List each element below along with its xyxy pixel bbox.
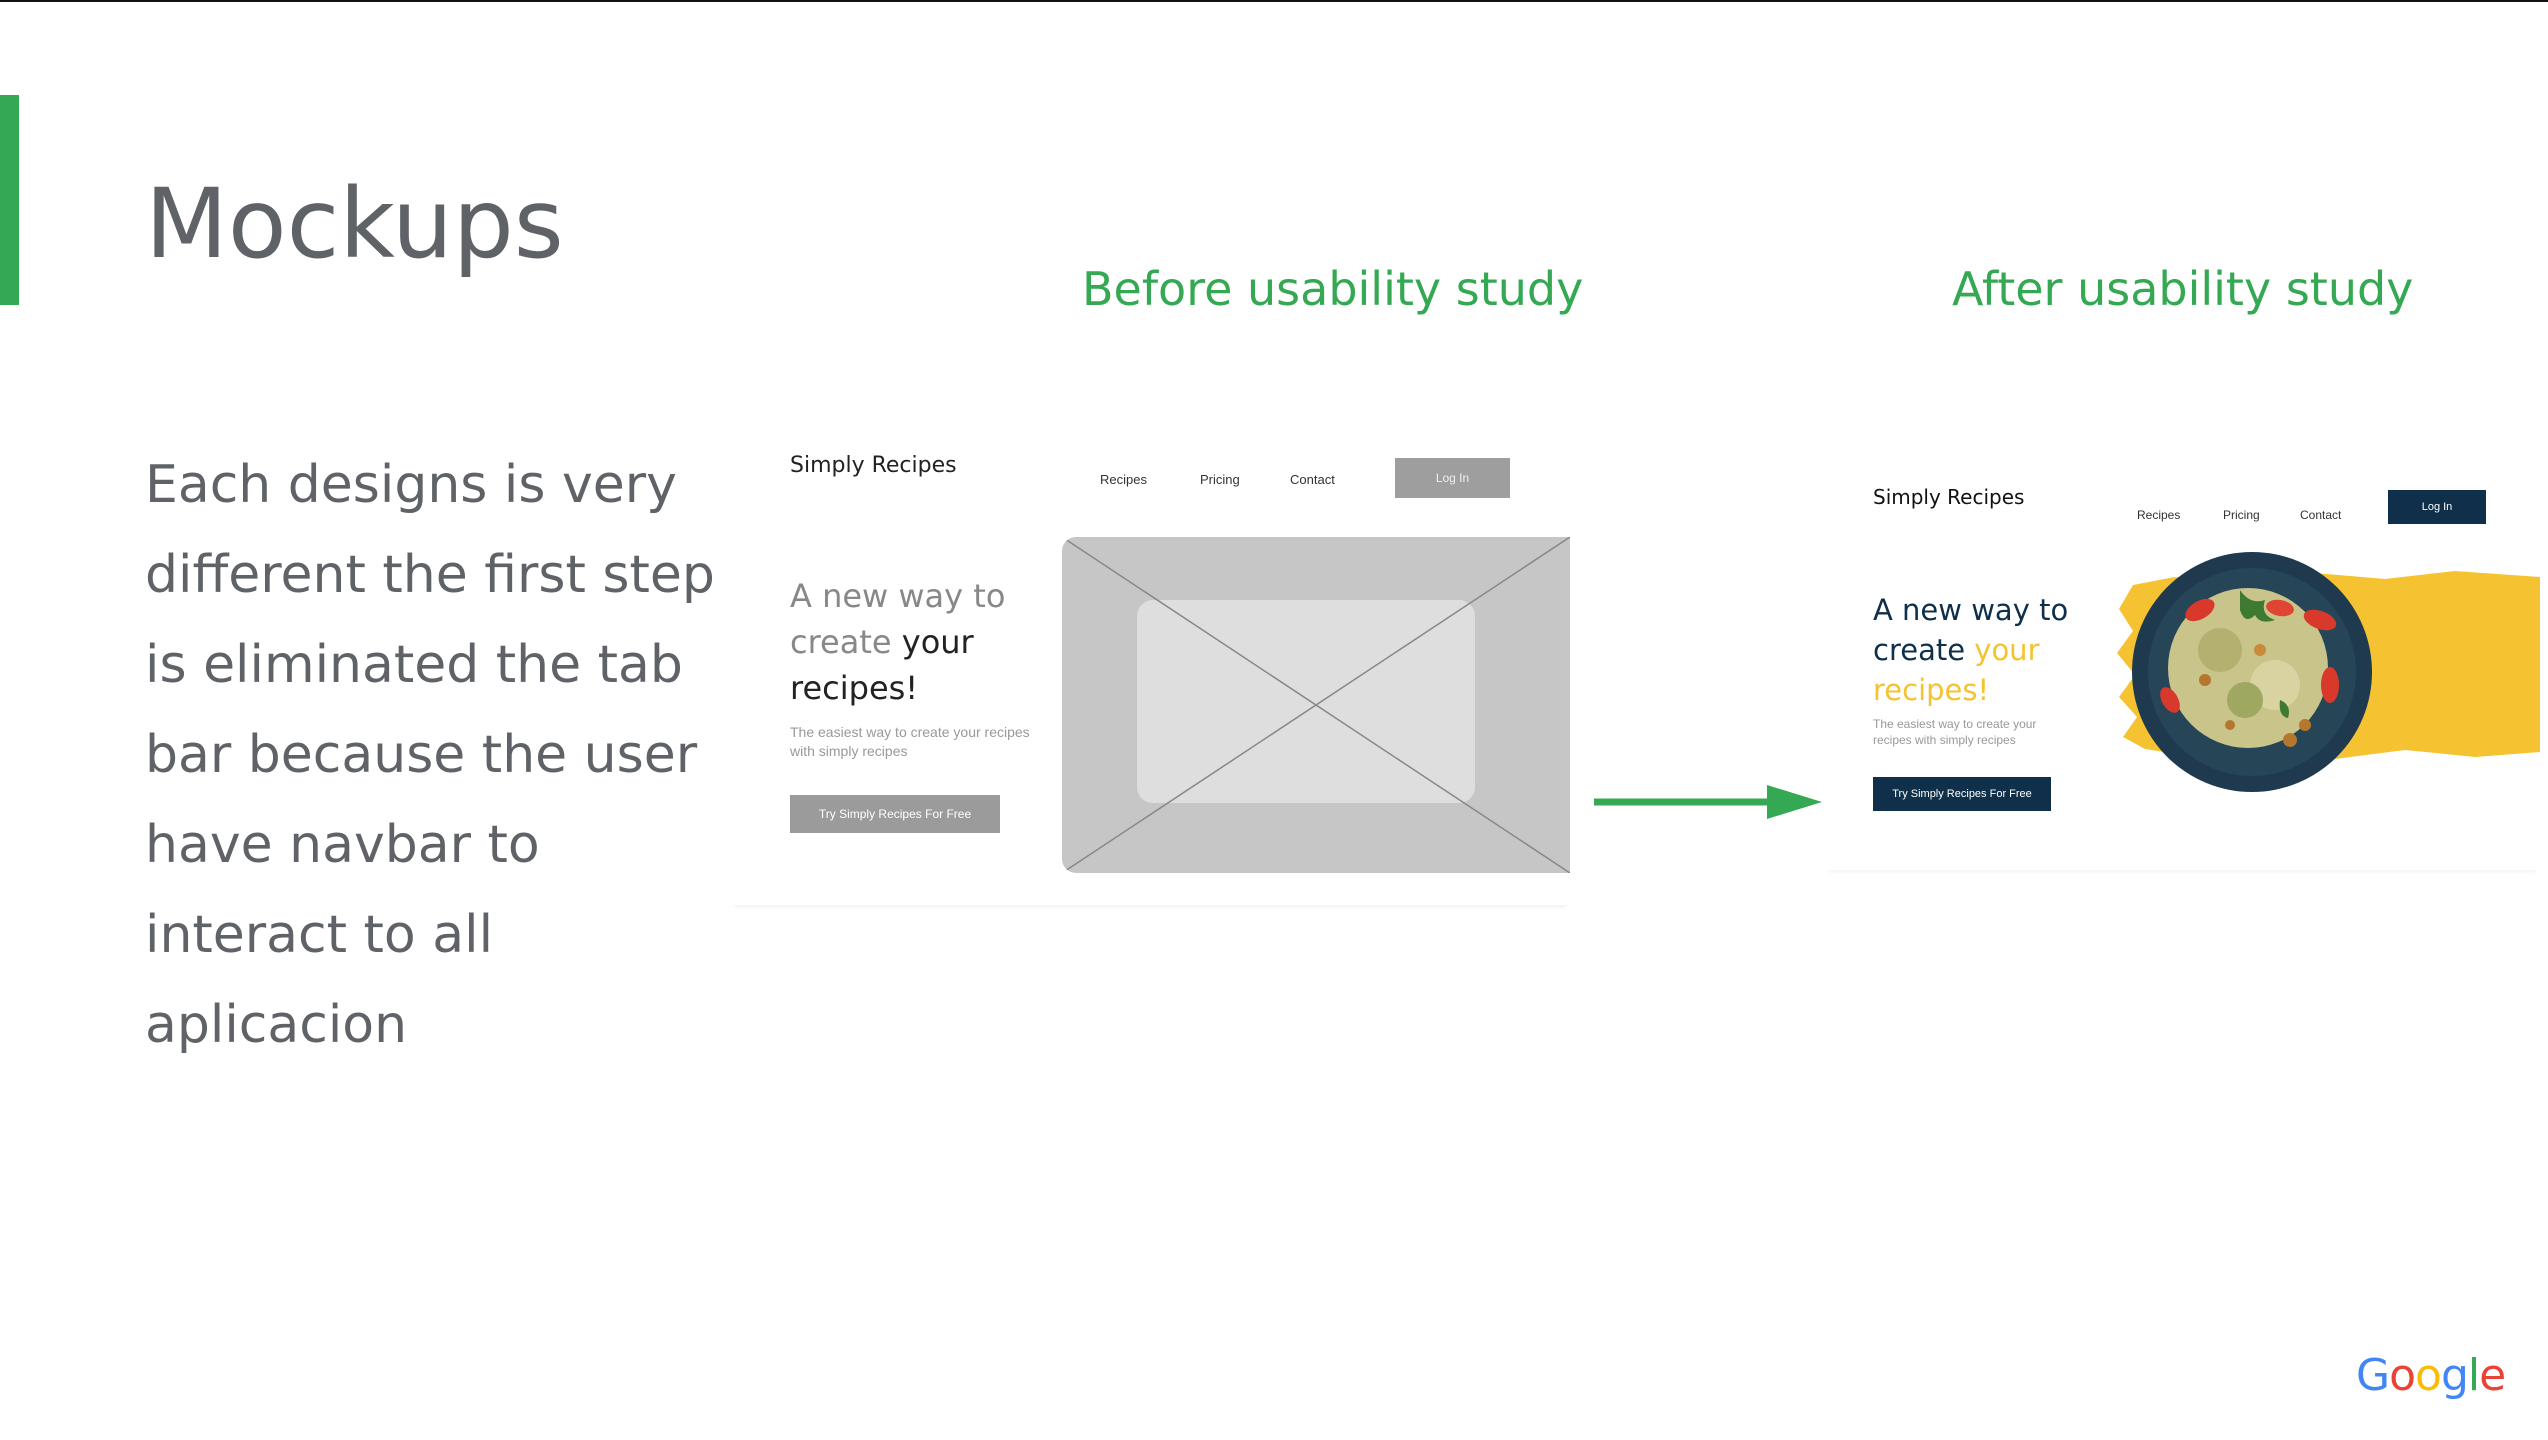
nav-recipes[interactable]: Recipes bbox=[1100, 472, 1147, 487]
top-divider bbox=[0, 0, 2548, 2]
arrow-right-icon bbox=[1594, 785, 1822, 819]
login-button[interactable]: Log In bbox=[1395, 458, 1510, 498]
logo-letter: o bbox=[2415, 1350, 2442, 1401]
hero-subtitle: The easiest way to create your recipes w… bbox=[1873, 717, 2037, 747]
cta-button[interactable]: Try Simply Recipes For Free bbox=[1873, 777, 2051, 811]
slide-title: Mockups bbox=[145, 168, 564, 280]
logo-letter: g bbox=[2440, 1350, 2469, 1401]
salad-plate-icon bbox=[2132, 552, 2372, 792]
placeholder-cross bbox=[1062, 537, 1570, 873]
google-logo: Google bbox=[2356, 1350, 2506, 1401]
image-placeholder-icon bbox=[1062, 537, 1570, 873]
logo-letter: e bbox=[2479, 1350, 2506, 1401]
hero-title: A new way to create your recipes! bbox=[1873, 590, 2103, 710]
nav-pricing[interactable]: Pricing bbox=[2223, 508, 2260, 522]
accent-bar bbox=[0, 95, 19, 305]
nav-pricing[interactable]: Pricing bbox=[1200, 472, 1240, 487]
caption-after: After usability study bbox=[1952, 262, 2414, 316]
login-button[interactable]: Log In bbox=[2388, 490, 2486, 524]
caption-before: Before usability study bbox=[1082, 262, 1584, 316]
mockup-after: Simply Recipes Recipes Pricing Contact L… bbox=[1825, 452, 2540, 870]
nav-contact[interactable]: Contact bbox=[2300, 508, 2341, 522]
logo-letter: o bbox=[2389, 1350, 2416, 1401]
mockup-before: Simply Recipes Recipes Pricing Contact L… bbox=[730, 425, 1570, 905]
logo-letter: G bbox=[2356, 1350, 2390, 1401]
brand-name: Simply Recipes bbox=[790, 453, 957, 478]
body-text: Each designs is very different the first… bbox=[145, 455, 715, 1055]
brand-name: Simply Recipes bbox=[1873, 485, 2025, 509]
logo-letter: l bbox=[2467, 1350, 2480, 1401]
hero-title: A new way to create your recipes! bbox=[790, 573, 1050, 711]
cta-button[interactable]: Try Simply Recipes For Free bbox=[790, 795, 1000, 833]
hero-subtitle: The easiest way to create your recipes w… bbox=[790, 724, 1030, 759]
nav-recipes[interactable]: Recipes bbox=[2137, 508, 2180, 522]
nav-contact[interactable]: Contact bbox=[1290, 472, 1335, 487]
